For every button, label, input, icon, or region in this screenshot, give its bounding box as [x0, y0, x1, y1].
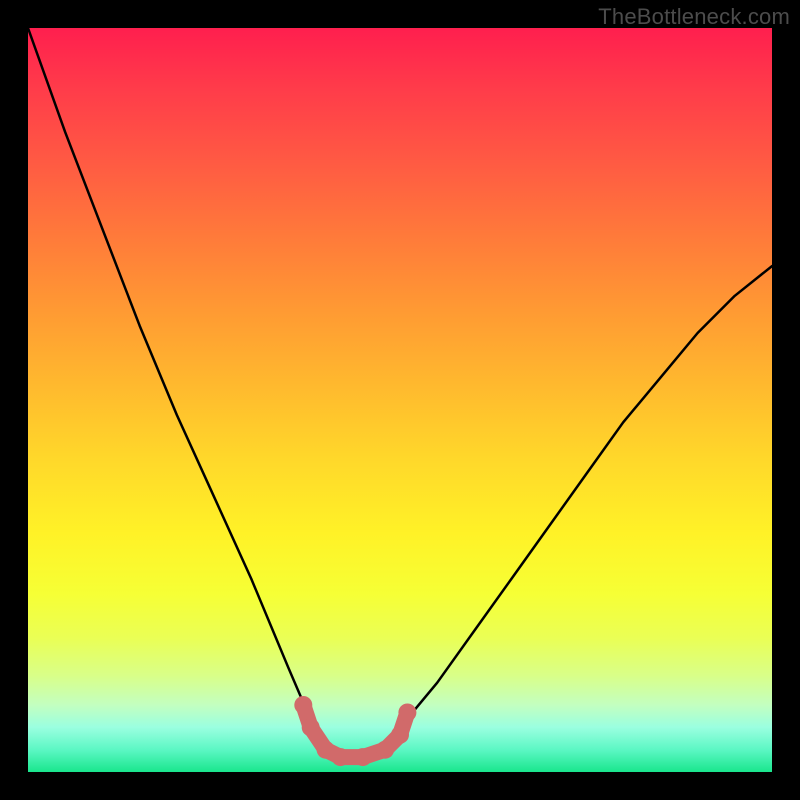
watermark-text: TheBottleneck.com: [598, 4, 790, 30]
valley-marker-dot: [294, 696, 312, 714]
valley-marker-dot: [391, 726, 409, 744]
valley-marker-dot: [332, 748, 350, 766]
bottleneck-curve: [28, 28, 772, 757]
valley-marker-dots: [294, 696, 416, 766]
chart-svg: [28, 28, 772, 772]
valley-marker-dot: [398, 704, 416, 722]
valley-marker-dot: [376, 741, 394, 759]
valley-marker-dot: [354, 748, 372, 766]
plot-area: [28, 28, 772, 772]
valley-marker-dot: [302, 718, 320, 736]
chart-frame: TheBottleneck.com: [0, 0, 800, 800]
